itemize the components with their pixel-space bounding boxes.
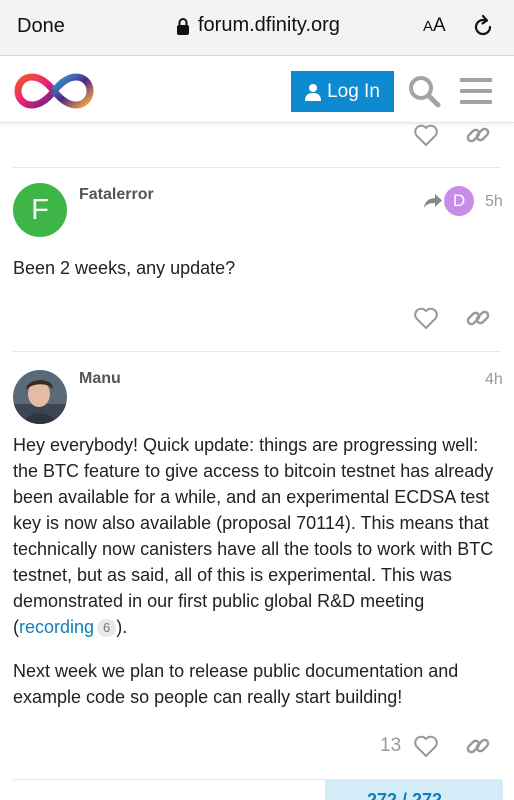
post-username[interactable]: Fatalerror — [79, 186, 154, 204]
link-click-count: 6 — [97, 619, 117, 637]
post-body: Hey everybody! Quick update: things are … — [13, 432, 503, 710]
reload-icon[interactable] — [470, 14, 496, 40]
share-link-icon[interactable] — [465, 122, 491, 148]
like-heart-icon[interactable] — [413, 305, 439, 331]
text-size-big-label: A — [433, 15, 446, 36]
hamburger-menu-icon[interactable] — [460, 77, 492, 105]
text-size-small-label: A — [423, 18, 434, 35]
recording-link[interactable]: recording — [19, 617, 94, 637]
post-line: the BTC feature to give access to bitcoi… — [13, 461, 494, 481]
dfinity-logo[interactable] — [13, 71, 95, 111]
post-line: example code so people can really start … — [13, 687, 403, 707]
login-label: Log In — [327, 80, 380, 102]
post-time[interactable]: 4h — [485, 371, 503, 389]
post-line: Next week we plan to release public docu… — [13, 661, 459, 681]
post-line: been available for a while, and an exper… — [13, 487, 490, 507]
post-line: Hey everybody! Quick update: things are … — [13, 435, 479, 455]
like-count: 13 — [380, 735, 402, 756]
lock-icon — [177, 17, 189, 35]
paren-close: ). — [116, 617, 128, 637]
url-text: forum.dfinity.org — [198, 14, 340, 36]
like-heart-icon[interactable] — [413, 733, 439, 759]
avatar[interactable] — [13, 370, 67, 424]
browser-toolbar: Done forum.dfinity.org AA — [0, 0, 514, 56]
user-icon — [305, 83, 322, 101]
login-button[interactable]: Log In — [291, 71, 394, 112]
search-icon[interactable] — [406, 73, 442, 109]
post-line: testnet, but as said, all of this is exp… — [13, 565, 452, 585]
reply-arrow-icon — [424, 194, 442, 208]
timeline-progress-box[interactable]: 272 / 272 — [325, 780, 503, 800]
timeline-progress-text: 272 / 272 — [367, 790, 443, 800]
address-bar[interactable]: forum.dfinity.org — [176, 14, 340, 37]
post-line: demonstrated in our first public global … — [13, 591, 425, 611]
text-size-button[interactable]: AA — [423, 15, 446, 37]
post-line: technically now canisters have all the t… — [13, 539, 494, 559]
post-divider — [13, 351, 501, 352]
share-link-icon[interactable] — [465, 733, 491, 759]
post-divider — [13, 167, 501, 168]
share-link-icon[interactable] — [465, 305, 491, 331]
reply-to-avatar[interactable]: D — [444, 186, 474, 216]
done-button[interactable]: Done — [17, 15, 65, 38]
like-heart-icon[interactable] — [413, 122, 439, 148]
post-time[interactable]: 5h — [485, 193, 503, 211]
post-username[interactable]: Manu — [79, 370, 121, 388]
post-line: key is now also available (proposal 7011… — [13, 513, 489, 533]
avatar[interactable]: F — [13, 183, 67, 237]
site-header: Log In — [0, 57, 514, 123]
post-line: (recording 6). — [13, 614, 503, 640]
post-body: Been 2 weeks, any update? — [13, 258, 236, 278]
